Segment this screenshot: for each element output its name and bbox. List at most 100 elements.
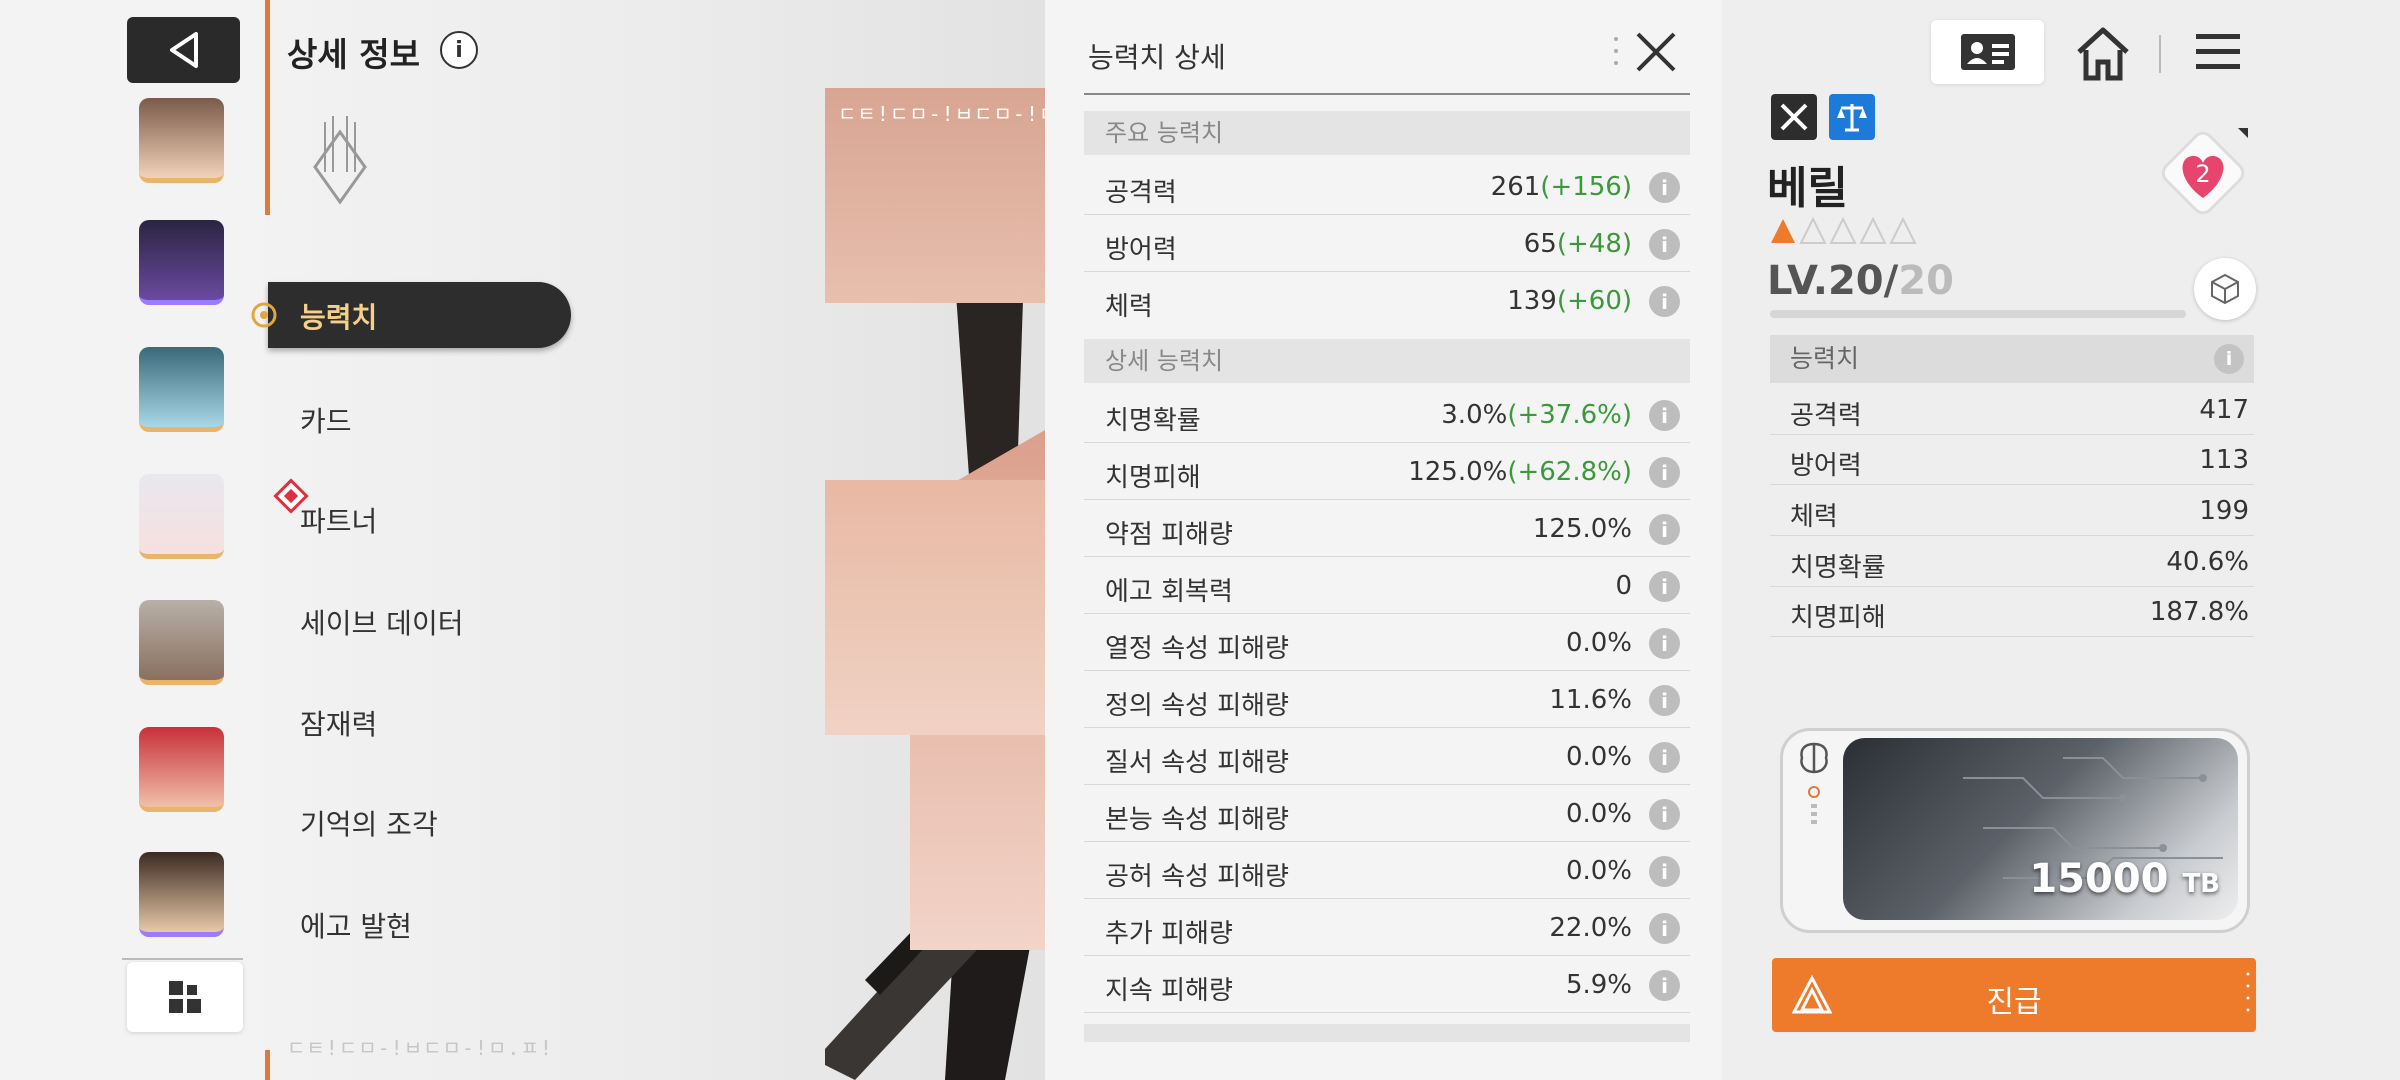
stat-value: 0.0% [1565,628,1632,658]
stat-label: 체력 [1790,502,1838,532]
role-badge [1771,94,1817,140]
id-card-icon [1960,34,2015,70]
cube-icon [2211,273,2239,305]
divider [1084,93,1690,95]
more-dots-icon [1614,37,1618,65]
stat-row-hp: 체력 139(+60) i [1084,273,1690,329]
nav-item-memory-fragment[interactable]: 기억의 조각 [300,803,438,843]
stat-row-crit-damage: 치명피해 125.0%(+62.8%) i [1084,444,1690,500]
crossed-swords-icon [1780,103,1808,131]
info-icon[interactable]: i [2214,344,2244,374]
info-icon[interactable]: i [1649,799,1680,830]
stat-value: 0 [1615,571,1632,601]
nav-item-card[interactable]: 카드 [300,400,352,440]
summary-row-attack: 공격력 417 [1770,385,2254,435]
stat-value: 3.0%(+37.6%) [1441,400,1632,430]
menu-icon[interactable] [2194,30,2242,74]
info-icon[interactable]: i [1649,742,1680,773]
info-icon[interactable]: i [1649,457,1680,488]
section-header-detail: 상세 능력치 [1084,339,1690,383]
info-icon[interactable]: i [1649,970,1680,1001]
nav-item-save-data[interactable]: 세이브 데이터 [300,602,463,642]
stat-label: 공격력 [1790,401,1862,431]
stat-value: 125.0% [1532,514,1632,544]
stat-value: 113 [2199,445,2249,475]
info-icon[interactable]: i [1649,571,1680,602]
stat-value: 417 [2199,395,2249,425]
summary-row-crit-rate: 치명확률 40.6% [1770,537,2254,587]
memory-chip-image: 15000 TB [1843,738,2238,920]
back-arrow-icon [169,32,198,68]
info-icon[interactable]: i [1649,172,1680,203]
stat-row-order-damage: 질서 속성 피해량 0.0% i [1084,729,1690,785]
info-icon[interactable]: i [1649,286,1680,317]
nav-item-partner[interactable]: 파트너 [300,500,377,540]
bond-level-number: 2 [2195,160,2211,188]
faction-logo [313,116,367,205]
chip-indicator [1808,786,1820,824]
stat-label: 약점 피해량 [1105,520,1233,550]
attribute-badge [1829,94,1875,140]
character-avatar-1[interactable] [139,98,224,183]
stat-label: 지속 피해량 [1105,976,1233,1006]
decorative-code-text: ㄷㅌ!ㄷㅁ-!ㅂㄷㅁ-!ㅁ.ㅍ! [287,1036,553,1060]
target-icon [251,302,277,328]
stat-label: 치명확률 [1790,553,1886,583]
nav-item-potential[interactable]: 잠재력 [300,703,377,743]
grid-view-button[interactable] [127,962,243,1032]
info-icon[interactable]: i [1649,628,1680,659]
stat-label: 치명확률 [1105,406,1201,436]
info-icon[interactable]: i [1649,856,1680,887]
stat-row-justice-damage: 정의 속성 피해량 11.6% i [1084,672,1690,728]
advance-button[interactable]: 진급 [1772,958,2256,1032]
nav-item-ego-manifest[interactable]: 에고 발현 [300,905,412,945]
character-avatar-2[interactable] [139,220,224,305]
3d-view-button[interactable] [2194,258,2256,320]
stat-label: 열정 속성 피해량 [1105,634,1289,664]
section-header-partial [1084,1024,1690,1042]
close-icon[interactable] [1632,28,1680,76]
stat-label: 공격력 [1105,178,1177,208]
advance-button-label: 진급 [1986,985,2042,1020]
back-button[interactable] [127,17,240,83]
character-avatar-7[interactable] [139,852,224,937]
info-icon[interactable]: i [1649,229,1680,260]
stat-row-weak-damage: 약점 피해량 125.0% i [1084,501,1690,557]
stat-label: 공허 속성 피해량 [1105,862,1289,892]
level-progress-bar [1770,310,2186,318]
stat-label: 추가 피해량 [1105,919,1233,949]
stat-value: 22.0% [1549,913,1632,943]
grid-icon [169,981,201,1013]
character-avatar-4[interactable] [139,474,224,559]
stat-row-extra-damage: 추가 피해량 22.0% i [1084,900,1690,956]
character-level: LV.20/20 [1767,258,1954,304]
stat-value: 0.0% [1565,856,1632,886]
info-icon[interactable]: i [1649,913,1680,944]
justice-scale-icon [1837,104,1867,132]
stat-label: 치명피해 [1790,603,1886,633]
info-button[interactable]: i [440,31,478,69]
info-icon[interactable]: i [1649,685,1680,716]
character-avatar-6[interactable] [139,727,224,812]
stat-value: 125.0%(+62.8%) [1408,457,1632,487]
stat-label: 치명피해 [1105,463,1201,493]
background-panel [825,480,1045,735]
info-icon[interactable]: i [1649,400,1680,431]
brain-icon [1800,742,1828,774]
summary-row-crit-damage: 치명피해 187.8% [1770,587,2254,637]
stat-value: 0.0% [1565,742,1632,772]
stat-row-void-damage: 공허 속성 피해량 0.0% i [1084,843,1690,899]
profile-card-button[interactable] [1931,20,2044,84]
home-icon[interactable] [2073,26,2133,82]
stats-detail-title: 능력치 상세 [1088,41,1226,74]
stat-row-dot-damage: 지속 피해량 5.9% i [1084,957,1690,1013]
info-icon[interactable]: i [1649,514,1680,545]
stat-row-passion-damage: 열정 속성 피해량 0.0% i [1084,615,1690,671]
character-avatar-5[interactable] [139,600,224,685]
stat-row-attack: 공격력 261(+156) i [1084,159,1690,215]
stat-row-instinct-damage: 본능 속성 피해량 0.0% i [1084,786,1690,842]
stat-label: 체력 [1105,292,1153,322]
character-avatar-3[interactable] [139,347,224,432]
stat-value: 65(+48) [1523,229,1632,259]
stat-value: 261(+156) [1490,172,1632,202]
